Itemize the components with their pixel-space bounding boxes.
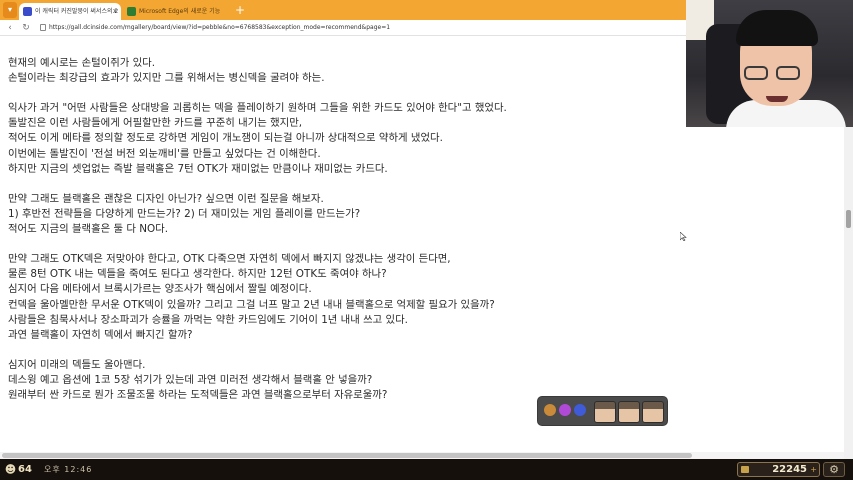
article-line: 심지어 미래의 덱들도 울아맨다. <box>8 358 146 371</box>
article-line <box>8 343 678 358</box>
currency-counter: 22245 + <box>737 462 820 477</box>
stream-status-bar: ☻ 64 오후 12:46 22245 + ⚙ <box>0 459 853 480</box>
article-line: 만약 그래도 블랙홀은 괜찮은 디자인 아닌가? 싶으면 이런 질문을 해보자. <box>8 192 324 205</box>
webcam-mouth <box>766 96 788 102</box>
tab-label: Microsoft Edge의 새로운 기능 <box>139 8 221 15</box>
viewers-icon: ☻ <box>4 463 17 476</box>
article-line: 1) 후반전 전략들을 다양하게 만드는가? 2) 더 재미있는 게임 플레이를… <box>8 207 361 220</box>
viewer-avatar <box>594 401 616 423</box>
article-line: 하지만 지금의 셋업없는 즉발 블랙홀은 7턴 OTK가 재미없는 만큼이나 재… <box>8 162 388 175</box>
article-line: 물론 8턴 OTK 내는 덱들을 죽여도 된다고 생각한다. 하지만 12턴 O… <box>8 268 387 281</box>
currency-amount: 22245 <box>772 464 807 475</box>
gold-icon <box>741 466 749 473</box>
clock: 오후 12:46 <box>44 465 93 474</box>
article-line <box>8 237 678 252</box>
heart-emote-icon <box>559 404 571 416</box>
back-button[interactable]: ‹ <box>4 21 16 35</box>
tab-active[interactable]: 이 캐릭터 커진말뭉이 써서스의 2 x <box>19 3 121 20</box>
refresh-button[interactable]: ↻ <box>20 21 32 35</box>
article-line: 적어도 지금의 블랙홀은 둘 다 NO다. <box>8 223 169 236</box>
article-line: 만약 그래도 OTK덱은 저맞아야 한다고, OTK 다죽으면 자연히 덱에서 … <box>8 253 451 266</box>
webcam-hair <box>736 10 818 46</box>
article-line: 컨덱을 울아멜만한 무서운 OTK덱이 있을까? 그리고 그걸 너프 말고 2년… <box>8 298 495 311</box>
tab-inactive[interactable]: Microsoft Edge의 새로운 기능 <box>123 3 229 20</box>
article-line: 적어도 이게 메타를 정의할 정도로 강하면 게임이 개노잼이 되는걸 아니까 … <box>8 132 443 145</box>
url-field[interactable]: https://gall.dcinside.com/mgallery/board… <box>49 20 390 36</box>
article-line: 현재의 예시로는 손털이쥐가 있다. <box>8 57 156 69</box>
mouse-cursor-icon <box>680 232 687 241</box>
viewer-avatar <box>618 401 640 423</box>
article-line: 사람들은 침묵사서나 장소파괴가 승률을 까먹는 약한 카드임에도 기어이 1년… <box>8 313 408 326</box>
horizontal-scroll-thumb[interactable] <box>2 453 692 458</box>
tab-label: 이 캐릭터 커진말뭉이 써서스의 2 <box>35 8 119 15</box>
article-line <box>8 177 678 192</box>
article-line: 익사가 과거 "어떤 사람들은 상대방을 괴롭히는 덱을 플레이하기 원하며 그… <box>8 102 507 115</box>
viewer-count: 64 <box>18 464 32 475</box>
page-info-icon[interactable] <box>40 24 46 31</box>
article-line <box>8 86 678 101</box>
webcam-feed <box>686 0 853 127</box>
browser-menu-icon[interactable]: ▾ <box>3 2 17 18</box>
article-line: 이번에는 돌발진이 '전설 버전 외눈깨비'를 만들고 싶었다는 건 이해한다. <box>8 147 321 160</box>
tab-favicon-icon <box>23 7 32 16</box>
article-body: 현재의 예시로는 손털이쥐가 있다. 손털이라는 최강급의 효과가 있지만 그를… <box>8 56 678 403</box>
viewer-avatar <box>642 401 664 423</box>
article-line: 데스윙 예고 옵션에 1코 5장 섞기가 있는데 과연 미러전 생각해서 블랙홀… <box>8 373 373 386</box>
tab-close-icon[interactable]: x <box>113 3 117 20</box>
tab-favicon-icon <box>127 7 136 16</box>
article-line: 과연 블랙홀이 자연히 덱에서 빠지긴 할까? <box>8 328 193 341</box>
cookie-emote-icon <box>544 404 556 416</box>
vertical-scroll-thumb[interactable] <box>846 210 851 228</box>
settings-gear-icon[interactable]: ⚙ <box>823 462 845 477</box>
new-tab-button[interactable]: + <box>233 2 247 18</box>
webcam-glasses <box>744 66 768 80</box>
badge-emote-icon <box>574 404 586 416</box>
webcam-glasses <box>776 66 800 80</box>
article-line: 돌발진은 이런 사람들에게 어필할만한 카드를 꾸준히 내기는 했지만, <box>8 117 303 130</box>
add-currency-button[interactable]: + <box>810 463 817 476</box>
article-line: 심지어 다음 메타에서 브록시가르는 양조사가 핵심에서 짤릴 예정이다. <box>8 283 312 296</box>
reaction-widget <box>537 396 668 426</box>
article-line: 손털이라는 최강급의 효과가 있지만 그를 위해서는 병신덱을 굴려야 하는. <box>8 72 325 85</box>
